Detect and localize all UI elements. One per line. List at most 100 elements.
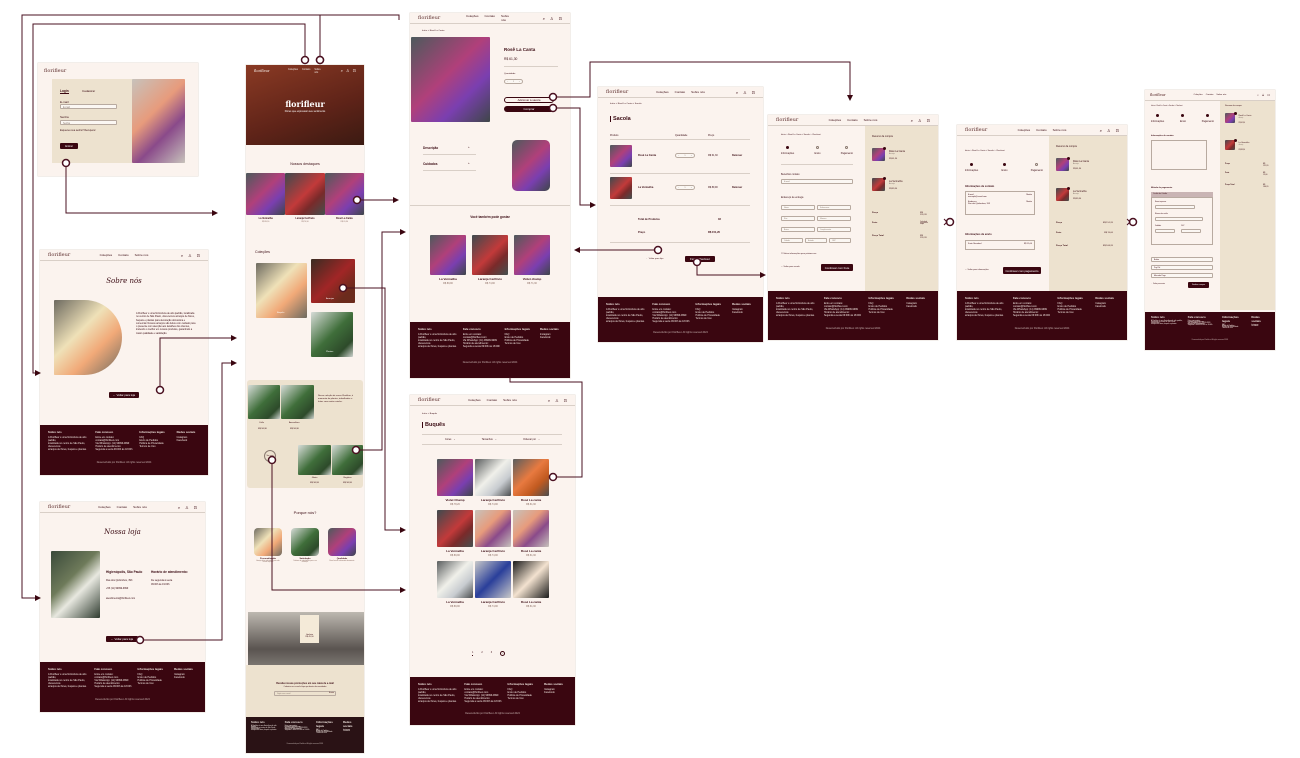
nav-contact[interactable]: Contato bbox=[847, 118, 858, 122]
product-card[interactable]: La Vermelha R$ 89,90 bbox=[437, 561, 473, 608]
newsletter-submit[interactable]: Enviar bbox=[329, 692, 334, 694]
shipping-option[interactable]: Frete Standard R$ 15,00 bbox=[965, 240, 1035, 250]
nav-collections[interactable]: Coleções bbox=[98, 505, 111, 509]
nav-about[interactable]: Sobre nós bbox=[864, 118, 878, 122]
see-more-button[interactable]: Ver mais bbox=[264, 450, 276, 462]
related-card[interactable]: Violet champ R$ 71,30 bbox=[514, 235, 550, 285]
user-icon[interactable]: ♙ bbox=[1107, 128, 1111, 133]
nav-contact[interactable]: Contato bbox=[117, 505, 128, 509]
minus-icon[interactable]: − bbox=[678, 155, 679, 157]
related-card[interactable]: La Vermelha R$ 89,90 bbox=[430, 235, 466, 285]
breadcrumb[interactable]: Início > Rosê La Canta > Sacola > Checko… bbox=[781, 134, 821, 136]
bag-icon[interactable]: ⊡ bbox=[559, 16, 562, 21]
email-field[interactable]: E-mail bbox=[60, 104, 117, 109]
address-field-4[interactable]: Bairro bbox=[781, 227, 815, 232]
address-field-7[interactable]: Estado bbox=[805, 238, 827, 243]
nav-contact[interactable]: Contato bbox=[302, 68, 310, 74]
quantity-stepper[interactable]: − 1 + bbox=[675, 153, 695, 158]
collection-arranjos[interactable] bbox=[311, 259, 355, 303]
footer-link[interactable]: Facebook bbox=[1095, 305, 1119, 308]
back-to-cart-link[interactable]: ← Voltar para sacola bbox=[781, 266, 800, 268]
minus-icon[interactable]: − bbox=[507, 81, 508, 83]
nav-collections[interactable]: Coleções bbox=[288, 68, 298, 74]
footer-link[interactable]: Termos de Uso bbox=[1222, 328, 1247, 329]
footer-link[interactable]: Termos de Uso bbox=[869, 311, 903, 314]
user-icon[interactable]: ♙ bbox=[918, 118, 922, 123]
breadcrumb[interactable]: Início > Rosê La Canta > Sacola > Checko… bbox=[965, 150, 1005, 152]
bag-icon[interactable]: ⊡ bbox=[194, 505, 197, 510]
minus-icon[interactable]: − bbox=[678, 187, 679, 189]
footer-link[interactable]: Termos de Uso bbox=[1058, 311, 1092, 314]
plus-icon[interactable]: + bbox=[468, 145, 470, 149]
plant-image-calla[interactable] bbox=[248, 385, 280, 419]
newsletter-input[interactable]: Digite seu e-mail bbox=[274, 691, 336, 696]
footer-link[interactable]: Facebook bbox=[906, 305, 930, 308]
footer-link[interactable]: Termos de Uso bbox=[138, 682, 171, 685]
user-icon[interactable]: ♙ bbox=[185, 505, 189, 510]
product-card[interactable]: Violet Champ R$ 78,20 bbox=[437, 459, 473, 506]
footer-link[interactable]: Termos de Uso bbox=[139, 445, 172, 448]
bag-icon[interactable]: ⊡ bbox=[1116, 128, 1119, 133]
product-card[interactable]: Laranja Cerifruto R$ 74,90 bbox=[475, 459, 511, 506]
footer-link[interactable]: Termos de Uso bbox=[696, 317, 729, 320]
filter-2[interactable]: Ordenar por ⌄ bbox=[523, 438, 540, 441]
nav-collections[interactable]: Coleções bbox=[1018, 128, 1031, 132]
accordion-care[interactable]: Cuidados bbox=[423, 162, 438, 166]
change-link[interactable]: Mudar bbox=[1026, 194, 1032, 198]
bag-icon[interactable]: ⊡ bbox=[752, 90, 755, 95]
password-field[interactable]: Senha bbox=[60, 120, 117, 125]
address-field-5[interactable]: Complemento bbox=[817, 227, 851, 232]
plus-icon[interactable]: + bbox=[519, 81, 520, 83]
search-icon[interactable]: ⌕ bbox=[181, 253, 183, 258]
add-to-cart-button[interactable]: Adicionar à sacola bbox=[504, 97, 554, 103]
nav-about[interactable]: Sobre nós bbox=[1053, 128, 1067, 132]
bag-icon[interactable]: ⊡ bbox=[1267, 93, 1270, 97]
page-3[interactable]: 3 bbox=[491, 651, 492, 656]
payment-method-option[interactable]: Pay Pal bbox=[1151, 265, 1213, 270]
login-button[interactable]: Entrar bbox=[60, 143, 78, 149]
payment-method-option[interactable]: Mercado Pago bbox=[1151, 273, 1213, 278]
next-page-icon[interactable]: → bbox=[500, 651, 506, 656]
change-link[interactable]: Mudar bbox=[1026, 201, 1032, 205]
store-email[interactable]: atendimento@florifleur.com bbox=[106, 597, 135, 600]
nav-about[interactable]: Sobre nós bbox=[691, 90, 705, 94]
continue-payment-button[interactable]: Continuar com pagamento bbox=[1003, 267, 1041, 274]
footer-link[interactable]: Facebook bbox=[1251, 326, 1269, 327]
footer-link[interactable]: Termos de Uso bbox=[508, 697, 541, 700]
user-icon[interactable]: ♙ bbox=[743, 90, 747, 95]
email-field[interactable]: E-mail bbox=[781, 179, 853, 184]
forgot-password-link[interactable]: Esqueceu sua senha? Recuperar bbox=[60, 129, 96, 132]
plus-icon[interactable]: + bbox=[691, 187, 692, 189]
breadcrumb[interactable]: Início > Rosê La Canta > Sacola bbox=[610, 103, 642, 105]
plant-image-anasoflora[interactable] bbox=[281, 385, 314, 419]
breadcrumb[interactable]: Início > Rosê La Canta > Sacola > Checko… bbox=[1151, 106, 1183, 107]
card-field-input[interactable] bbox=[1181, 229, 1201, 233]
footer-link[interactable]: Facebook bbox=[343, 731, 359, 732]
breadcrumb[interactable]: Início > Buquês bbox=[422, 413, 437, 415]
product-card[interactable]: Laranja Cerifruto R$ 74,90 bbox=[475, 561, 511, 608]
filter-1[interactable]: Tamanhos ⌄ bbox=[482, 438, 497, 441]
nav-collections[interactable]: Coleções bbox=[100, 253, 113, 257]
user-icon[interactable]: ♙ bbox=[1262, 93, 1265, 97]
nav-collections[interactable]: Coleções bbox=[1194, 94, 1203, 96]
footer-link[interactable]: Facebook bbox=[544, 691, 567, 694]
page-1[interactable]: 1 bbox=[472, 651, 474, 656]
product-card[interactable]: Rosê La canta R$ 61,30 bbox=[513, 561, 549, 608]
search-icon[interactable]: ⌕ bbox=[736, 90, 738, 95]
checkout-button[interactable]: Fazer Checkout bbox=[685, 256, 715, 262]
collection-buques[interactable] bbox=[256, 263, 307, 318]
plus-icon[interactable]: + bbox=[691, 155, 692, 157]
back-to-info-link[interactable]: ← Voltar para informações bbox=[965, 269, 989, 271]
save-info-checkbox[interactable]: ☐ Salvar informações para próxima vez bbox=[781, 253, 816, 255]
quantity-stepper[interactable]: − 1 + bbox=[675, 185, 695, 190]
address-field-1[interactable]: Sobrenome bbox=[817, 205, 851, 210]
product-card[interactable]: La Vermelha R$ 89,90 bbox=[437, 510, 473, 557]
address-field-2[interactable]: Rua bbox=[781, 216, 815, 221]
back-to-store-link[interactable]: ← Voltar para loja bbox=[646, 258, 663, 260]
promo-card[interactable]: Gerânio R$ 49,90 bbox=[300, 615, 319, 643]
card-field-input[interactable] bbox=[1155, 205, 1195, 209]
page-2[interactable]: 2 bbox=[481, 651, 482, 656]
nav-contact[interactable]: Contato bbox=[1206, 94, 1214, 96]
nav-about[interactable]: Sobre nós bbox=[135, 253, 149, 257]
address-field-8[interactable]: CEP bbox=[829, 238, 851, 243]
